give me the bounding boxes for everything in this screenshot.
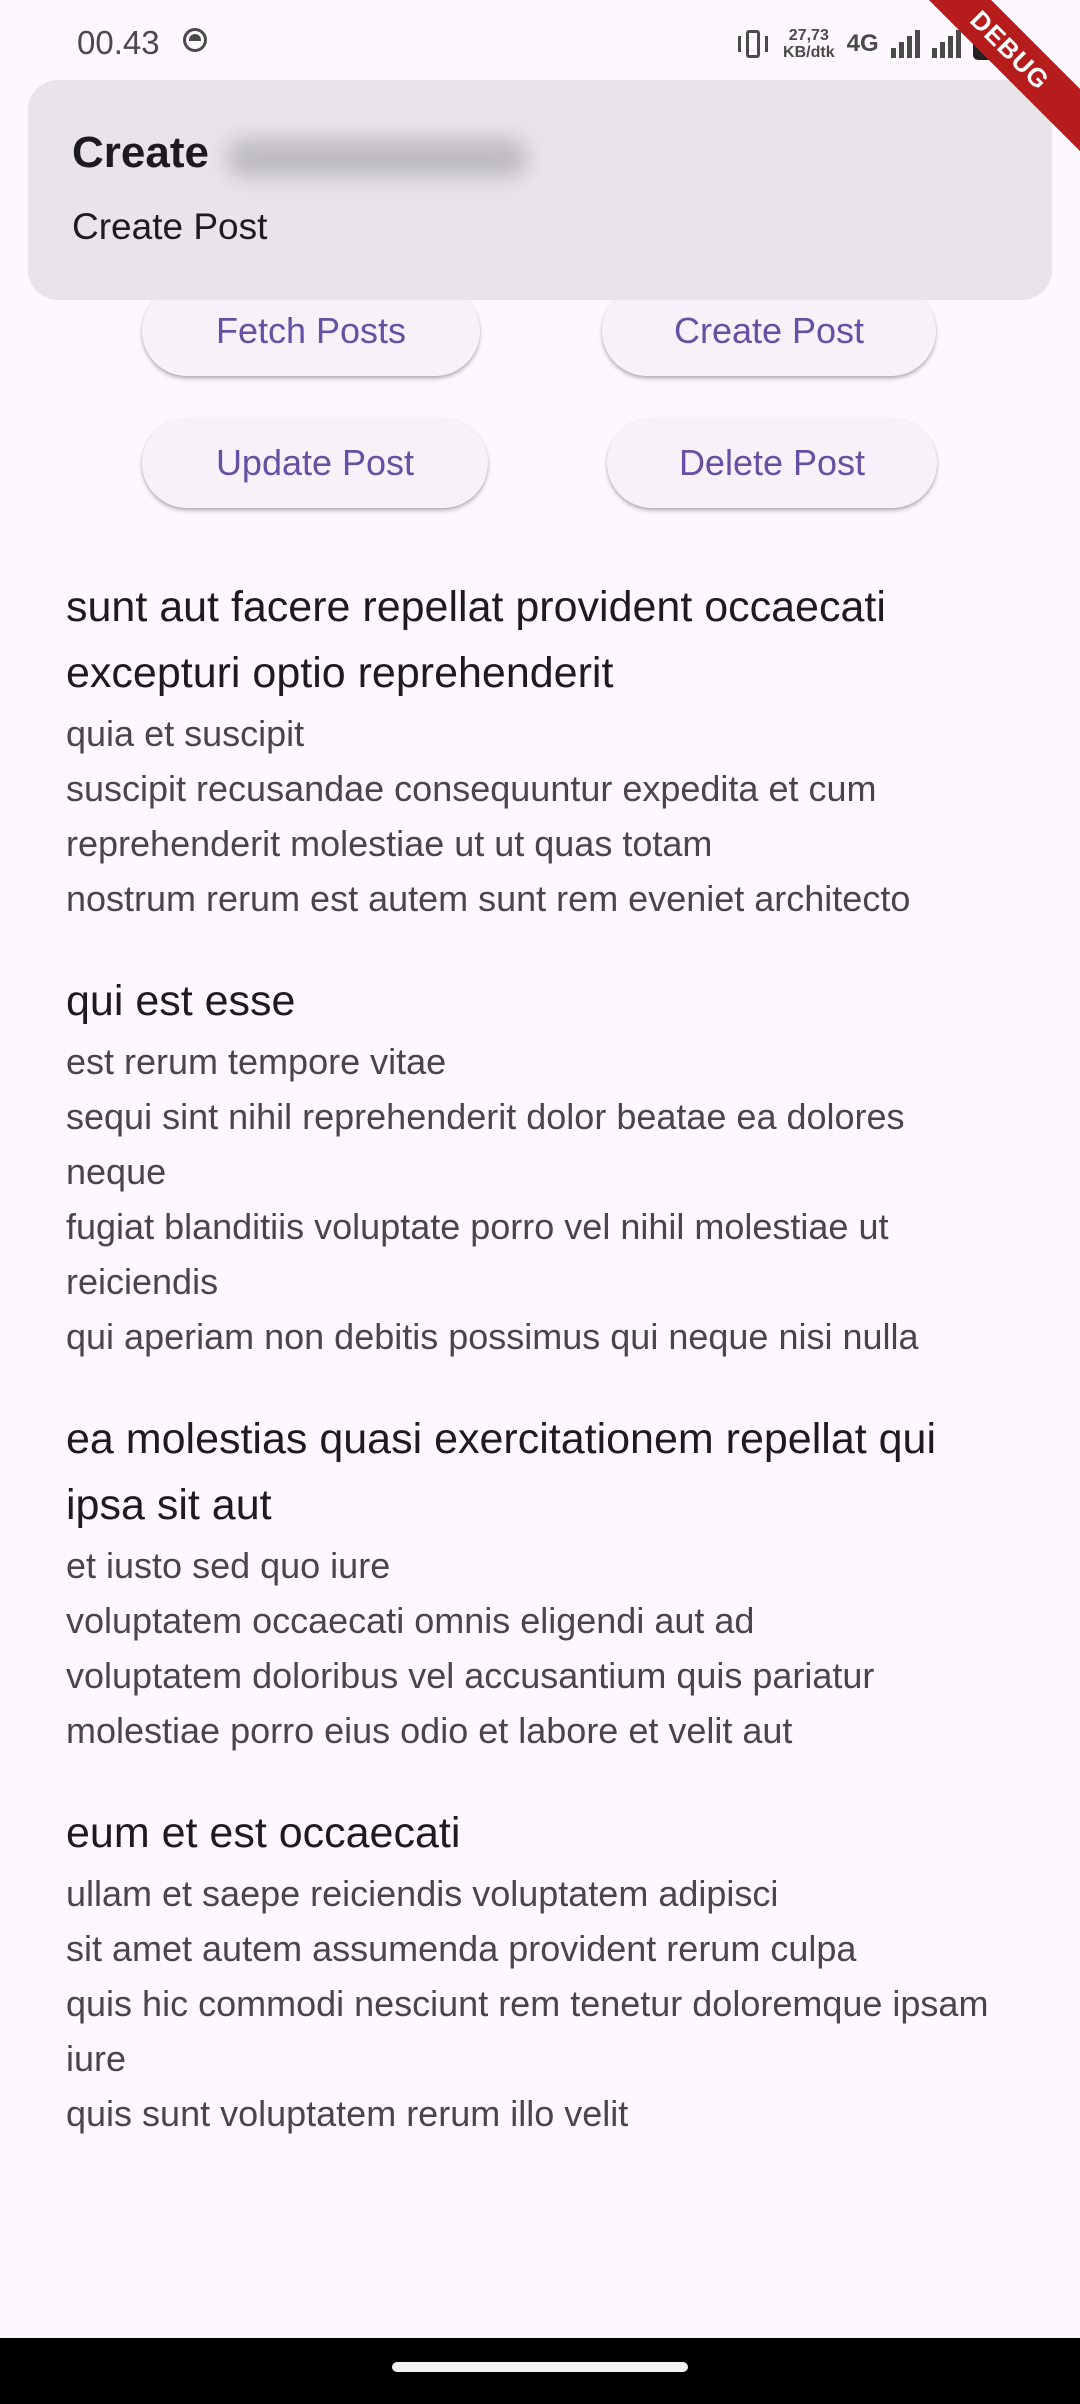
network-speed-value: 27,73 [788, 27, 829, 44]
home-gesture-handle[interactable] [392, 2362, 688, 2372]
posts-list: sunt aut facere repellat provident occae… [66, 574, 1006, 2183]
navigation-bar [0, 2338, 1080, 2404]
post-item: eum et est occaecati ullam et saepe reic… [66, 1800, 1006, 2141]
notification-body: Create Post [72, 206, 268, 247]
notification-blurred-text [226, 138, 528, 178]
post-title: eum et est occaecati [66, 1809, 461, 1857]
heads-up-notification[interactable]: Create Create Post [28, 80, 1052, 300]
post-item: qui est esse est rerum tempore vitae seq… [66, 968, 1006, 1364]
post-body: quia et suscipit suscipit recusandae con… [66, 713, 911, 919]
status-bar: 00.43 27,73 KB/dtk 4G 100 [0, 0, 1080, 80]
post-item: sunt aut facere repellat provident occae… [66, 574, 1006, 926]
delete-post-button[interactable]: Delete Post [607, 418, 937, 508]
network-speed: 27,73 KB/dtk [783, 27, 835, 61]
post-item: ea molestias quasi exercitationem repell… [66, 1406, 1006, 1758]
post-body: ullam et saepe reiciendis voluptatem adi… [66, 1873, 989, 2134]
post-body: et iusto sed quo iure voluptatem occaeca… [66, 1545, 875, 1751]
post-title: sunt aut facere repellat provident occae… [66, 583, 886, 697]
update-post-button[interactable]: Update Post [142, 418, 488, 508]
network-speed-unit: KB/dtk [783, 44, 835, 61]
status-time: 00.43 [77, 24, 160, 61]
signal-icon-secondary [931, 30, 961, 58]
notification-app-icon [183, 28, 207, 52]
post-title: ea molestias quasi exercitationem repell… [66, 1415, 937, 1529]
post-body: est rerum tempore vitae sequi sint nihil… [66, 1041, 919, 1357]
vibrate-icon [735, 28, 771, 60]
signal-icon [890, 30, 920, 58]
notification-title: Create [72, 128, 209, 177]
network-type: 4G [846, 30, 879, 57]
post-title: qui est esse [66, 977, 296, 1025]
